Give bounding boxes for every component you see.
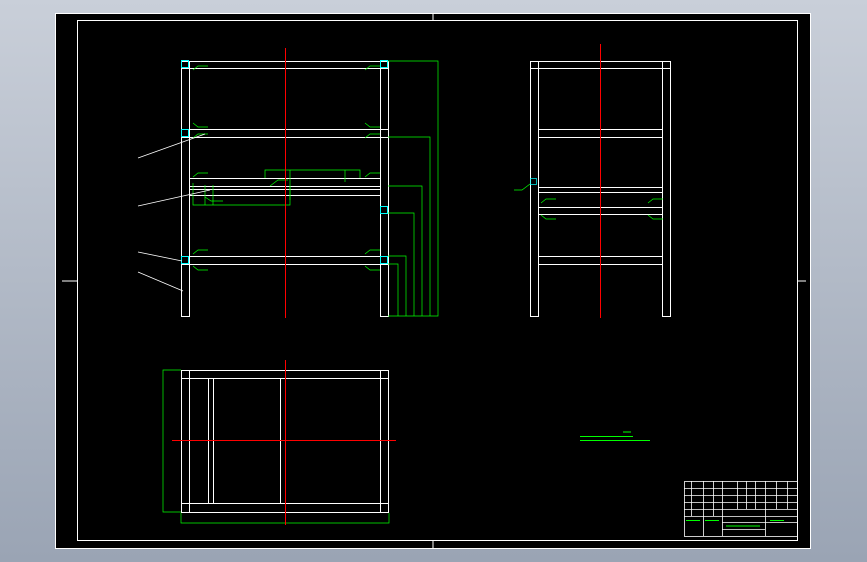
weld-mark-5 xyxy=(192,265,380,271)
front-dimensions xyxy=(192,60,439,317)
front-left-post xyxy=(181,61,190,317)
leader-2 xyxy=(137,189,211,207)
side-left-post xyxy=(530,61,539,317)
technical-notes xyxy=(580,431,650,441)
cad-viewport[interactable] xyxy=(0,0,867,562)
front-right-post xyxy=(380,61,389,317)
weld-mark-3 xyxy=(192,172,380,178)
centerlines xyxy=(172,44,601,525)
dim-level-5 xyxy=(388,255,407,316)
top-dimensions xyxy=(162,369,390,524)
sheet-border xyxy=(55,13,811,549)
side-weld-1 xyxy=(540,198,663,204)
technical-drawing xyxy=(55,13,811,549)
side-right-post xyxy=(662,61,671,317)
joint-mr xyxy=(380,206,388,214)
joint-ml xyxy=(181,129,189,137)
leader-4 xyxy=(137,271,184,292)
dim-level-4 xyxy=(388,212,415,316)
dim-total-height xyxy=(388,60,439,317)
weld-mark-7 xyxy=(204,179,288,202)
leader-1 xyxy=(137,133,206,159)
dim-inner-span xyxy=(264,169,361,178)
weld-mark-4 xyxy=(192,249,380,255)
side-annotations xyxy=(514,178,663,220)
side-weld-2 xyxy=(540,214,663,220)
title-block-frame xyxy=(684,481,798,537)
dim-level-6 xyxy=(388,263,399,316)
dim-level-3 xyxy=(388,185,423,316)
side-weld-3 xyxy=(514,183,531,191)
weld-mark-6 xyxy=(192,122,380,128)
dim-level-2 xyxy=(388,136,431,316)
side-joint xyxy=(530,178,537,185)
title-block xyxy=(684,481,798,537)
drawing-frame xyxy=(77,20,798,541)
title-block-text-marks xyxy=(686,520,784,527)
leader-3 xyxy=(137,251,183,262)
joint-br xyxy=(380,256,388,264)
front-joints xyxy=(181,60,388,264)
front-leaders xyxy=(137,133,211,292)
joint-bl xyxy=(181,256,189,264)
